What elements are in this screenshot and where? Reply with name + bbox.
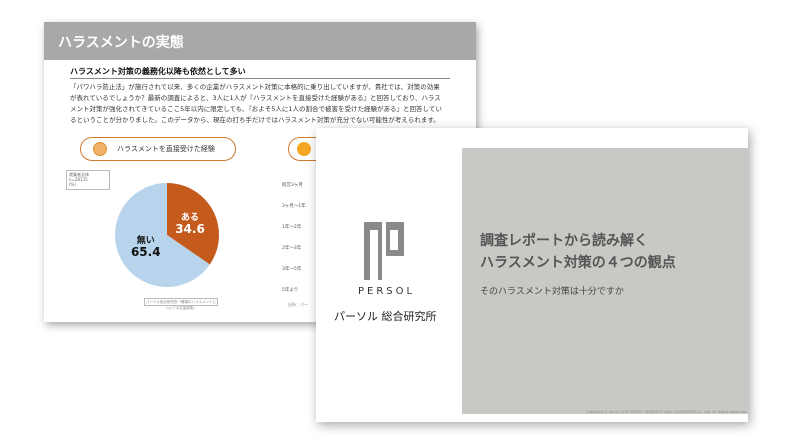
clock-icon: [297, 142, 311, 156]
source-note: パーソル総合研究所「職場のハラスメントについての定量調査」: [144, 298, 218, 310]
harassment-experience-pill: ハラスメントを直接受けた経験: [80, 137, 236, 161]
company-name: パーソル 総合研究所: [334, 310, 437, 323]
body-line: るということが分かりました。このデータから、現在の打ち手だけではハラスメント対策…: [70, 116, 440, 124]
tenure-row: 3年〜5年: [282, 267, 302, 272]
body-line: メント対策が強化されてきているここ5年以内に限定しても、『およそ5人に1人の割合…: [70, 105, 442, 113]
report-title-line-1: 調査レポートから読み解く: [480, 233, 648, 249]
pie-value-label: 34.6: [175, 222, 205, 236]
back-slide-subtitle: ハラスメント対策の義務化以降も依然として多い: [70, 67, 246, 76]
experience-pie-chart: ある34.6無い65.4: [115, 183, 219, 287]
title-panel: [462, 148, 748, 414]
tenure-row: 経営3ヶ月: [282, 183, 303, 188]
front-slide: PERSOL パーソル 総合研究所 調査レポートから読み解く ハラスメント対策の…: [316, 128, 748, 422]
pie-value-label: 65.4: [131, 245, 161, 259]
tenure-row: 2年〜3年: [282, 246, 302, 251]
tenure-row: 3ヶ月〜1年: [282, 204, 306, 209]
persol-logo-icon: [364, 222, 404, 280]
sad-face-icon: [93, 142, 107, 156]
divider: [70, 78, 450, 79]
report-subtitle: そのハラスメント対策は十分ですか: [480, 287, 624, 297]
report-title-line-2: ハラスメント対策の４つの観点: [480, 255, 676, 271]
tenure-rows: 経営3ヶ月 3ヶ月〜1年 1年〜2年 2年〜3年 3年〜5年 5年より: [282, 182, 306, 308]
body-line: が表れているでしょうか？最新の調査によると、3人に1人が『ハラスメントを直接受け…: [70, 94, 441, 102]
copyright: Copyright © Since 2016 PERSOL RESEARCH A…: [586, 410, 748, 414]
back-slide-source: 出所：パー: [288, 302, 308, 307]
pill-label: ハラスメントを直接受けた経験: [117, 145, 215, 153]
body-line: 「パワハラ防止法」が施行されて以来、多くの企業がハラスメント対策に本格的に乗り出…: [70, 83, 440, 91]
back-slide-header: ハラスメントの実態: [44, 22, 476, 60]
tenure-row: 1年〜2年: [282, 225, 302, 230]
back-slide-body: 「パワハラ防止法」が施行されて以来、多くの企業がハラスメント対策に本格的に乗り出…: [70, 82, 460, 126]
brand-name: PERSOL: [358, 286, 416, 297]
back-slide-title: ハラスメントの実態: [58, 35, 184, 51]
